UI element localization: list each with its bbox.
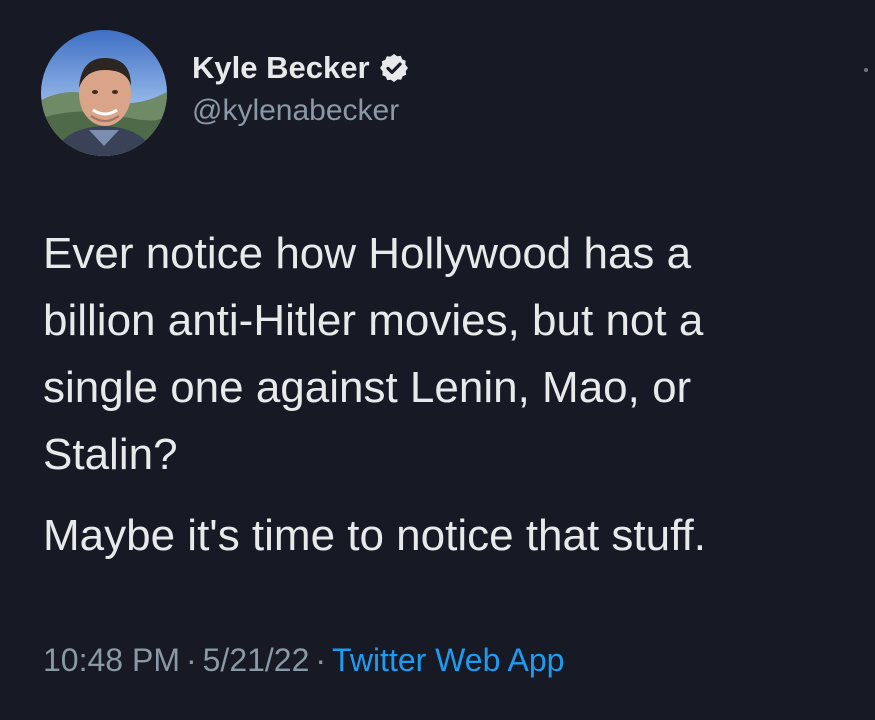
meta-separator: · bbox=[185, 642, 197, 678]
more-options-icon[interactable] bbox=[864, 68, 868, 72]
tweet-meta: 10:48 PM · 5/21/22 · Twitter Web App bbox=[43, 642, 564, 679]
display-name[interactable]: Kyle Becker bbox=[192, 50, 370, 86]
verified-badge-icon bbox=[378, 52, 410, 84]
tweet-time[interactable]: 10:48 PM bbox=[43, 642, 180, 678]
tweet-header: Kyle Becker @kylenabecker bbox=[192, 50, 410, 128]
tweet-body: Ever notice how Hollywood has a billion … bbox=[43, 220, 863, 569]
tweet-source-link[interactable]: Twitter Web App bbox=[332, 642, 564, 678]
meta-separator: · bbox=[315, 642, 327, 678]
tweet-paragraph: Maybe it's time to notice that stuff. bbox=[43, 511, 707, 560]
tweet-paragraph: Ever notice how Hollywood has a billion … bbox=[43, 229, 704, 479]
user-handle[interactable]: @kylenabecker bbox=[192, 94, 410, 128]
tweet-card: Kyle Becker @kylenabecker Ever notice ho… bbox=[0, 0, 875, 720]
avatar-photo bbox=[41, 30, 167, 156]
avatar[interactable] bbox=[41, 30, 167, 156]
tweet-date[interactable]: 5/21/22 bbox=[203, 642, 310, 678]
name-row: Kyle Becker bbox=[192, 50, 410, 86]
